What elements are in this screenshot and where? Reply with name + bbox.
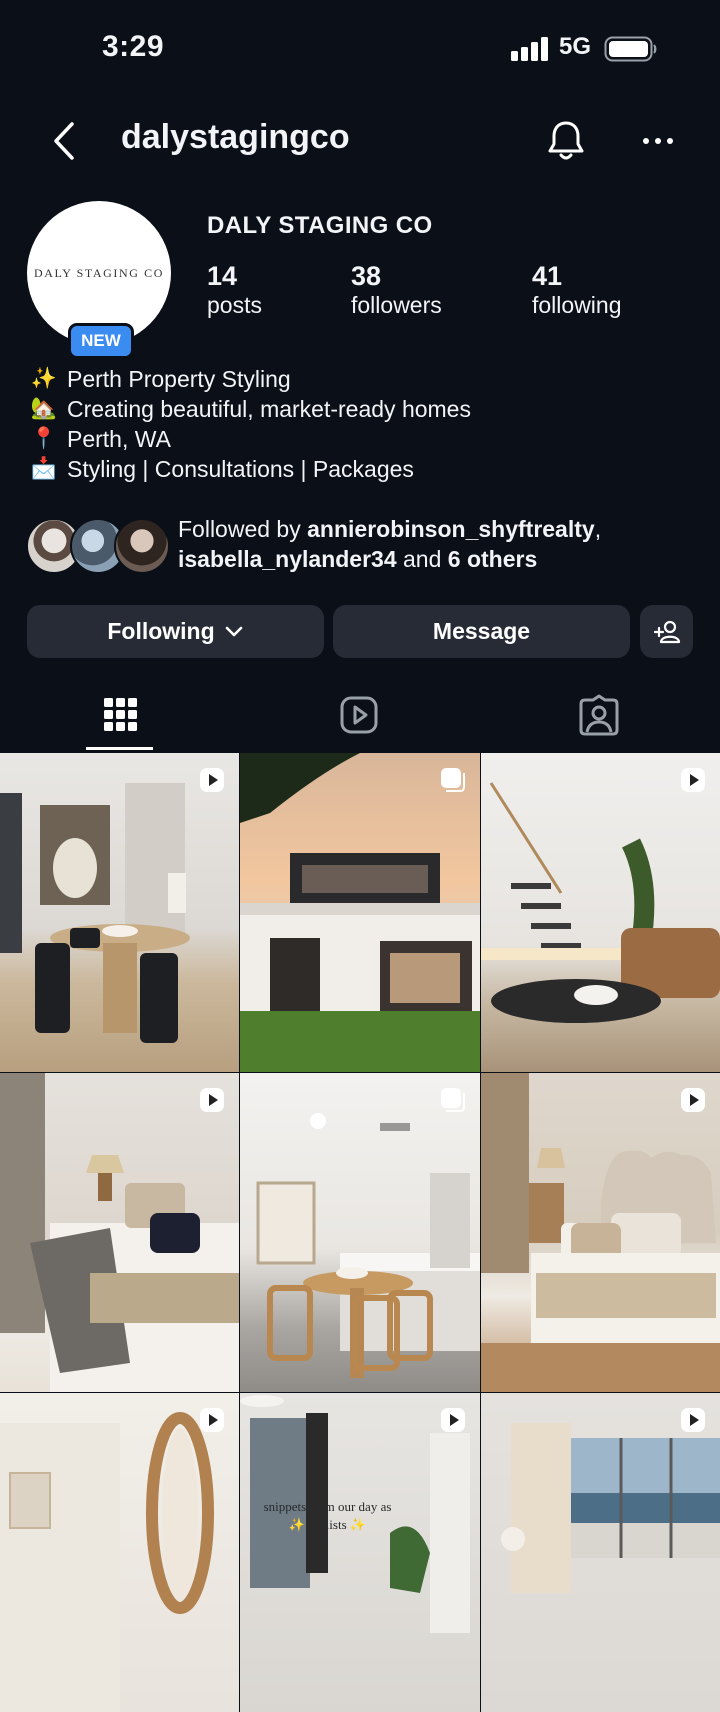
- followers-count: 38: [351, 261, 382, 291]
- message-button-label: Message: [432, 618, 531, 644]
- reel-icon: [681, 768, 705, 792]
- mutual-others-count[interactable]: 6 others: [448, 546, 537, 572]
- new-badge: NEW: [68, 323, 134, 359]
- grid-icon[interactable]: [96, 692, 144, 740]
- following-stat[interactable]: 41 following: [532, 260, 622, 320]
- caption-text: snippets from our day as: [263, 1499, 392, 1514]
- sparkles-icon: ✨: [30, 367, 58, 390]
- post-thumbnail[interactable]: [240, 1073, 480, 1392]
- post-image: [0, 783, 190, 1043]
- bio-text: Perth, WA: [67, 426, 171, 452]
- following-label: following: [532, 292, 622, 318]
- bio-text: Perth Property Styling: [67, 366, 291, 392]
- post-image: [481, 1073, 720, 1392]
- post-image: [0, 1073, 239, 1392]
- suggested-users-button[interactable]: [640, 605, 693, 658]
- bio-text: Styling | Consultations | Packages: [67, 456, 414, 482]
- bio-text: Creating beautiful, market-ready homes: [67, 396, 471, 422]
- active-tab-indicator: [86, 747, 153, 750]
- bio-line: ✨ Perth Property Styling: [29, 364, 291, 394]
- following-button-label: Following: [107, 618, 215, 644]
- mutual-followers-avatars[interactable]: [26, 518, 170, 574]
- post-image: [501, 1423, 720, 1593]
- post-image: [240, 1395, 470, 1633]
- followed-by-and: and: [396, 546, 448, 572]
- post-image: [0, 1412, 214, 1712]
- post-thumbnail[interactable]: [481, 753, 720, 1072]
- mutual-username[interactable]: isabella_nylander34: [178, 546, 397, 572]
- posts-stat[interactable]: 14 posts: [207, 260, 262, 320]
- post-thumbnail[interactable]: [0, 1073, 239, 1392]
- reel-icon: [200, 768, 224, 792]
- signal-icon: [511, 37, 548, 61]
- location-pin-icon: 📍: [30, 427, 58, 450]
- message-button[interactable]: Message: [333, 605, 630, 658]
- reel-icon: [441, 1408, 465, 1432]
- status-time: 3:29: [102, 30, 165, 63]
- bio-line: 📩 Styling | Consultations | Packages: [29, 454, 414, 484]
- reel-icon: [200, 1088, 224, 1112]
- bio-line: 🏡 Creating beautiful, market-ready homes: [29, 394, 471, 424]
- caption-text: ✨ Stylists ✨: [288, 1517, 367, 1532]
- network-label: 5G: [559, 33, 592, 60]
- post-image: [240, 753, 480, 1072]
- mutual-avatar: [114, 518, 170, 574]
- reel-icon: [200, 1408, 224, 1432]
- more-options-icon[interactable]: [636, 126, 680, 156]
- mutual-username[interactable]: annierobinson_shyftrealty: [307, 516, 595, 542]
- reel-icon: [681, 1088, 705, 1112]
- display-name: DALY STAGING CO: [207, 212, 433, 239]
- battery-icon: [604, 36, 657, 62]
- post-thumbnail[interactable]: [481, 1393, 720, 1712]
- avatar-logo-text: DALY STAGING CO: [33, 265, 165, 280]
- followers-stat[interactable]: 38 followers: [351, 260, 442, 320]
- chevron-down-icon: [225, 626, 242, 636]
- post-image: [481, 782, 720, 1023]
- profile-username: dalystagingco: [121, 118, 350, 156]
- envelope-icon: 📩: [30, 457, 58, 480]
- reels-icon[interactable]: [335, 692, 383, 740]
- posts-grid: snippets from our day as ✨ Stylists ✨: [0, 753, 720, 1712]
- posts-label: posts: [207, 292, 262, 318]
- followed-by-text[interactable]: Followed by annierobinson_shyftrealty, i…: [178, 514, 601, 574]
- separator: ,: [594, 516, 602, 542]
- reel-icon: [681, 1408, 705, 1432]
- notification-bell-icon[interactable]: [545, 119, 587, 163]
- post-thumbnail[interactable]: [240, 753, 480, 1072]
- carousel-icon: [441, 768, 465, 792]
- house-icon: 🏡: [30, 397, 58, 420]
- following-button[interactable]: Following: [27, 605, 324, 658]
- post-thumbnail[interactable]: [0, 753, 239, 1072]
- add-person-icon: [653, 620, 680, 643]
- followers-label: followers: [351, 292, 442, 318]
- back-arrow-icon[interactable]: [50, 120, 80, 162]
- post-thumbnail[interactable]: snippets from our day as ✨ Stylists ✨: [240, 1393, 480, 1712]
- followed-by-prefix: Followed by: [178, 516, 308, 542]
- post-thumbnail[interactable]: [0, 1393, 239, 1712]
- following-count: 41: [532, 261, 563, 291]
- carousel-icon: [441, 1088, 465, 1112]
- post-thumbnail[interactable]: [481, 1073, 720, 1392]
- tagged-icon[interactable]: [575, 692, 623, 740]
- posts-count: 14: [207, 261, 238, 291]
- post-image: [256, 1113, 480, 1378]
- bio-line: 📍 Perth, WA: [29, 424, 171, 454]
